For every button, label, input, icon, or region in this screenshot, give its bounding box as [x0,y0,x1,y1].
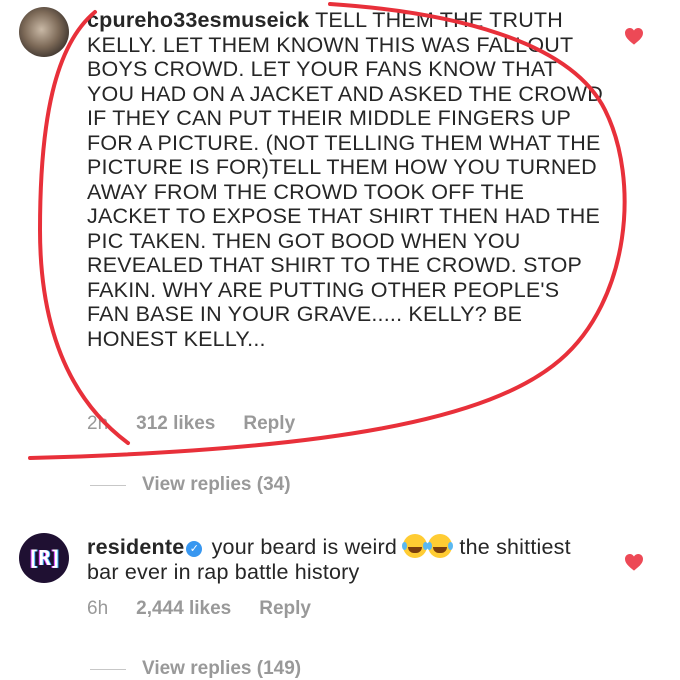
reply-button[interactable]: Reply [259,598,311,620]
divider-line [90,484,126,486]
comment-text-start: your beard is weird [211,535,398,559]
user-avatar[interactable] [19,7,69,57]
comment-username[interactable]: residente [87,535,184,559]
heart-icon[interactable] [624,27,644,45]
laughing-emoji-icon [427,534,453,558]
comment-time: 6h [87,598,109,619]
divider-line [90,668,126,670]
likes-count[interactable]: 312 likes [136,413,215,435]
avatar-logo: [R] [27,546,61,570]
comment-time: 2h [87,413,109,434]
view-replies-button[interactable]: View replies (149) [90,658,301,680]
comment-meta: 6h 2,444 likes Reply [87,598,311,620]
comment-body: cpureho33esmuseick TELL THEM THE TRUTH K… [87,8,607,351]
view-replies-label: View replies (34) [142,474,291,495]
comment-body: residente ✓ your beard is weird the shitt… [87,534,607,584]
heart-icon[interactable] [624,553,644,571]
view-replies-button[interactable]: View replies (34) [90,474,291,496]
reply-button[interactable]: Reply [243,413,295,435]
comment-username[interactable]: cpureho33esmuseick [87,8,309,32]
verified-badge-icon: ✓ [186,541,203,557]
residente-avatar[interactable]: [R] [19,533,69,583]
likes-count[interactable]: 2,444 likes [136,598,231,620]
laughing-emoji-icon [402,534,428,558]
comment-meta: 2h 312 likes Reply [87,413,295,435]
view-replies-label: View replies (149) [142,658,302,679]
comment-text: TELL THEM THE TRUTH KELLY. LET THEM KNOW… [87,8,603,351]
